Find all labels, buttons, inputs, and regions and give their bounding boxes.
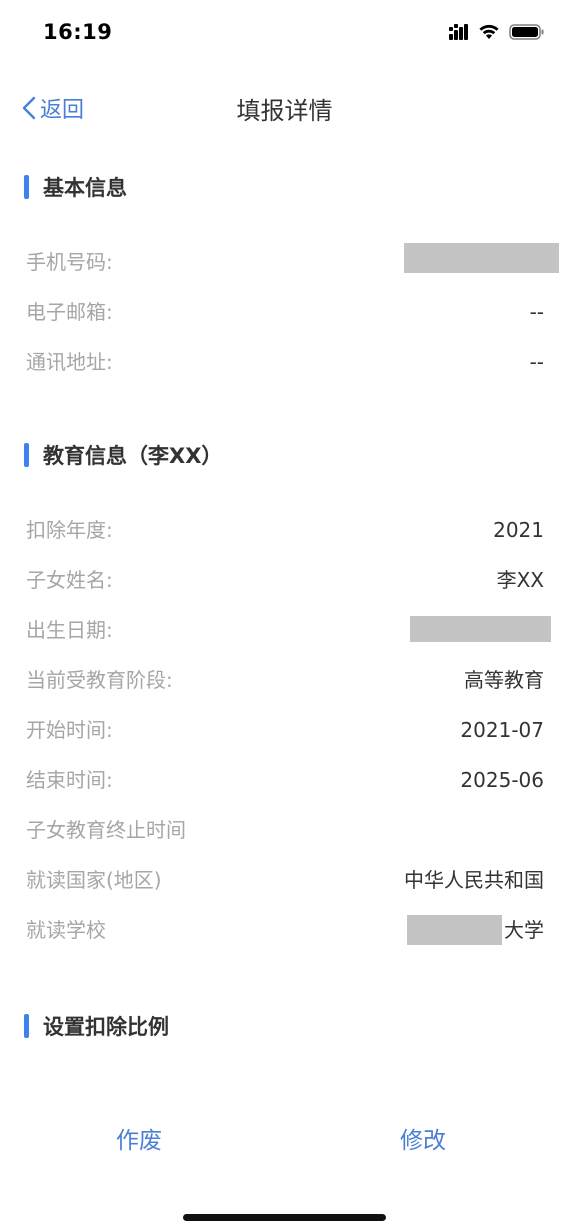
row-value-address: --: [529, 350, 544, 374]
masked-birth-date-value: [410, 616, 551, 642]
row-value-end-time: 2025-06: [460, 768, 544, 792]
row-deduction-year: 扣除年度: 2021: [26, 512, 544, 548]
nav-bar: 返回 填报详情: [0, 78, 569, 136]
row-email: 电子邮箱: --: [26, 294, 544, 330]
row-label-school: 就读学校: [26, 918, 106, 942]
section-title-basic: 基本信息: [43, 176, 127, 200]
row-education-stage: 当前受教育阶段: 高等教育: [26, 662, 544, 698]
row-label-study-country: 就读国家(地区): [26, 868, 162, 892]
section-header-ratio: 设置扣除比例: [24, 1011, 169, 1041]
status-bar: 16:19: [0, 0, 569, 70]
home-indicator[interactable]: [183, 1214, 386, 1221]
section-accent-bar: [24, 175, 29, 199]
row-start-time: 开始时间: 2021-07: [26, 712, 544, 748]
battery-icon: [509, 24, 544, 40]
section-header-education: 教育信息（李XX）: [24, 440, 222, 470]
row-label-deduction-year: 扣除年度:: [26, 518, 113, 542]
row-value-education-stage: 高等教育: [464, 668, 544, 692]
masked-phone-value: [404, 243, 559, 273]
row-label-email: 电子邮箱:: [26, 300, 113, 324]
section-title-education: 教育信息（李XX）: [43, 444, 223, 468]
row-label-start-time: 开始时间:: [26, 718, 113, 742]
bottom-actions: 作废 修改: [0, 1118, 569, 1164]
modify-button[interactable]: 修改: [400, 1118, 446, 1164]
row-label-child-name: 子女姓名:: [26, 568, 113, 592]
masked-school-name: [407, 915, 502, 945]
void-button[interactable]: 作废: [116, 1118, 162, 1164]
section-accent-bar: [24, 1014, 29, 1038]
row-school: 就读学校 大学: [26, 912, 544, 948]
row-value-child-name: 李XX: [496, 568, 544, 592]
row-study-country: 就读国家(地区) 中华人民共和国: [26, 862, 544, 898]
row-label-birth-date: 出生日期:: [26, 618, 113, 642]
row-value-start-time: 2021-07: [460, 718, 544, 742]
row-label-end-time: 结束时间:: [26, 768, 113, 792]
row-child-name: 子女姓名: 李XX: [26, 562, 544, 598]
row-value-deduction-year: 2021: [493, 518, 544, 542]
school-suffix: 大学: [504, 918, 544, 942]
row-end-time: 结束时间: 2025-06: [26, 762, 544, 798]
row-address: 通讯地址: --: [26, 344, 544, 380]
status-icons: [449, 24, 545, 40]
section-title-ratio: 设置扣除比例: [43, 1015, 169, 1039]
row-label-phone: 手机号码:: [26, 250, 113, 274]
row-value-email: --: [529, 300, 544, 324]
row-label-education-stage: 当前受教育阶段:: [26, 668, 173, 692]
row-label-address: 通讯地址:: [26, 350, 113, 374]
row-value-study-country: 中华人民共和国: [404, 868, 544, 892]
status-time: 16:19: [43, 20, 113, 44]
section-accent-bar: [24, 443, 29, 467]
row-termination-time: 子女教育终止时间: [26, 812, 544, 848]
wifi-icon: [479, 24, 499, 39]
page-title: 填报详情: [236, 97, 333, 125]
signal-icon: [449, 24, 468, 40]
row-value-school: 大学: [407, 912, 544, 948]
section-header-basic: 基本信息: [24, 172, 127, 202]
row-label-termination-time: 子女教育终止时间: [26, 818, 186, 842]
